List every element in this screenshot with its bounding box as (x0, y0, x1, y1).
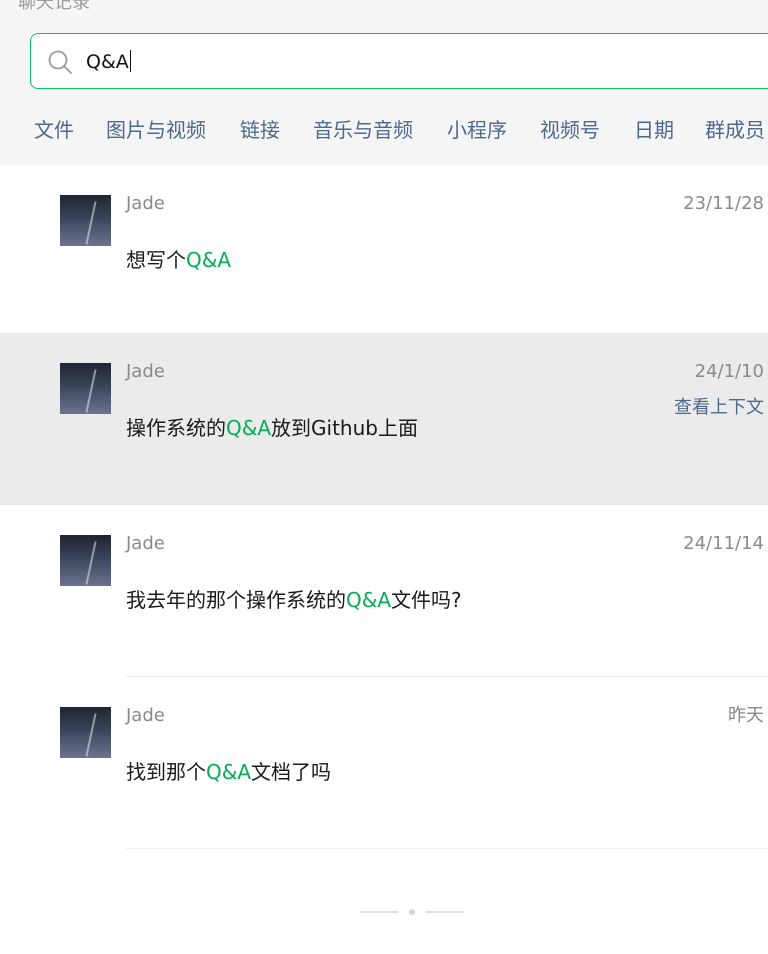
sender-name: Jade (126, 193, 165, 214)
keyword-highlight: Q&A (206, 760, 252, 784)
view-context-link[interactable]: 查看上下文 (674, 397, 764, 419)
message-text-after: 文档了吗 (251, 760, 332, 784)
avatar[interactable] (60, 535, 111, 586)
message-date: 24/11/14 (683, 533, 764, 554)
filter-music-audio[interactable]: 音乐与音频 (313, 116, 413, 144)
filter-photos-videos[interactable]: 图片与视频 (106, 116, 206, 144)
sender-name: Jade (126, 533, 165, 554)
result-row[interactable]: Jade 23/11/28 想写个Q&A (0, 165, 768, 337)
filter-links[interactable]: 链接 (240, 116, 280, 144)
message-text: 想写个Q&A (126, 247, 231, 273)
filter-date[interactable]: 日期 (634, 116, 674, 144)
message-text-before: 操作系统的 (126, 416, 226, 440)
sender-name: Jade (126, 705, 165, 726)
filter-group-members[interactable]: 群成员 (705, 116, 765, 144)
search-input-value: Q&A (86, 51, 129, 73)
filter-mini-programs[interactable]: 小程序 (447, 116, 507, 144)
message-date: 24/1/10 (694, 361, 764, 382)
avatar[interactable] (60, 195, 111, 246)
message-text-before: 找到那个 (126, 760, 206, 784)
search-input[interactable]: Q&A (86, 50, 132, 74)
avatar[interactable] (60, 363, 111, 414)
text-caret (129, 50, 132, 72)
message-text: 找到那个Q&A文档了吗 (126, 759, 331, 785)
keyword-highlight: Q&A (226, 416, 272, 440)
filter-channels[interactable]: 视频号 (540, 116, 600, 144)
search-icon (48, 50, 72, 74)
result-row[interactable]: Jade 24/11/14 我去年的那个操作系统的Q&A文件吗? (0, 505, 768, 677)
result-row-hovered[interactable]: Jade 24/1/10 查看上下文 操作系统的Q&A放到Github上面 (0, 333, 768, 505)
keyword-highlight: Q&A (346, 588, 392, 612)
result-row[interactable]: Jade 昨天 找到那个Q&A文档了吗 (0, 677, 768, 849)
avatar[interactable] (60, 707, 111, 758)
sender-name: Jade (126, 361, 165, 382)
filter-bar: 文件 图片与视频 链接 音乐与音频 小程序 视频号 日期 群成员 (0, 116, 768, 146)
message-text: 我去年的那个操作系统的Q&A文件吗? (126, 587, 462, 613)
message-text-after: 放到Github上面 (271, 416, 418, 440)
message-text: 操作系统的Q&A放到Github上面 (126, 415, 418, 441)
filter-files[interactable]: 文件 (34, 116, 74, 144)
loading-indicator-icon (360, 909, 464, 915)
message-text-before: 我去年的那个操作系统的 (126, 588, 346, 612)
message-text-after: 文件吗? (391, 588, 462, 612)
search-header: 聊天记录 Q&A 文件 图片与视频 链接 音乐与音频 小程序 视频号 日期 群成… (0, 0, 768, 165)
message-date: 23/11/28 (683, 193, 764, 214)
message-date: 昨天 (728, 705, 764, 726)
message-text-before: 想写个 (126, 248, 186, 272)
keyword-highlight: Q&A (186, 248, 232, 272)
chat-history-title: 聊天记录 (18, 0, 90, 13)
row-divider (126, 848, 768, 849)
search-box[interactable]: Q&A (30, 33, 768, 89)
